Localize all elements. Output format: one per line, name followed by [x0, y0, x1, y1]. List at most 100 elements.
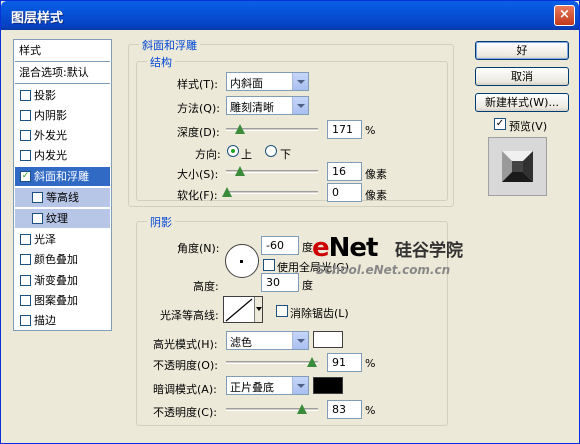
- cancel-button[interactable]: 取消: [475, 67, 569, 86]
- technique-select[interactable]: 雕刻清晰: [226, 96, 309, 115]
- technique-select-value: 雕刻清晰: [230, 101, 274, 114]
- list-divider: [15, 61, 110, 62]
- new-style-button[interactable]: 新建样式(W)...: [475, 93, 569, 112]
- list-item-label: 描边: [34, 314, 56, 327]
- layer-style-dialog: 图层样式 × 样式 混合选项:默认 投影 内阴影 外发光 内发光 ✓ 斜面和浮雕…: [0, 0, 580, 444]
- close-button[interactable]: ×: [554, 5, 575, 26]
- angle-value: -60: [266, 239, 284, 252]
- checkbox[interactable]: [20, 90, 31, 101]
- highlight-color-swatch[interactable]: [313, 331, 343, 348]
- list-item-inner-shadow[interactable]: 内阴影: [15, 106, 110, 125]
- size-input[interactable]: 16: [327, 162, 362, 181]
- chevron-down-icon: [292, 97, 308, 114]
- list-item-color-overlay[interactable]: 颜色叠加: [15, 250, 110, 269]
- list-item-outer-glow[interactable]: 外发光: [15, 126, 110, 145]
- size-value: 16: [332, 165, 346, 178]
- angle-dial[interactable]: [225, 244, 259, 278]
- global-light-checkbox[interactable]: [263, 259, 275, 271]
- shadow-opacity-label: 不透明度(C):: [153, 406, 217, 419]
- list-item-bevel-emboss[interactable]: ✓ 斜面和浮雕: [15, 167, 110, 186]
- checkbox[interactable]: [20, 234, 31, 245]
- checkbox[interactable]: [20, 110, 31, 121]
- checkbox[interactable]: [20, 315, 31, 326]
- soften-input[interactable]: 0: [327, 183, 362, 202]
- altitude-value: 30: [266, 276, 280, 289]
- direction-label: 方向:: [195, 148, 221, 161]
- watermark-brand-net: Net: [328, 233, 379, 263]
- depth-unit: %: [365, 124, 376, 137]
- altitude-label: 高度:: [193, 280, 219, 293]
- list-item-satin[interactable]: 光泽: [15, 230, 110, 249]
- list-item-label: 外发光: [34, 129, 67, 142]
- shadow-opacity-value: 83: [332, 403, 346, 416]
- preview-label: 预览(V): [509, 120, 548, 133]
- highlight-mode-select[interactable]: 滤色: [226, 331, 309, 350]
- direction-up-label: 上: [241, 148, 252, 161]
- watermark-brand: eNet: [312, 233, 379, 263]
- list-item-texture[interactable]: 纹理: [15, 209, 110, 228]
- shadow-color-swatch[interactable]: [313, 377, 343, 394]
- checkbox[interactable]: [20, 254, 31, 265]
- list-item-gradient-overlay[interactable]: 渐变叠加: [15, 271, 110, 290]
- altitude-unit: 度: [302, 279, 313, 292]
- highlight-opacity-unit: %: [365, 357, 376, 370]
- checkbox[interactable]: [32, 192, 43, 203]
- checkbox-checked[interactable]: ✓: [20, 171, 31, 182]
- list-item-label: 纹理: [46, 212, 68, 225]
- list-header-styles[interactable]: 样式: [15, 41, 110, 60]
- preview-checkbox[interactable]: ✓: [494, 118, 506, 130]
- size-slider-handle[interactable]: [235, 166, 246, 177]
- highlight-opacity-slider-handle[interactable]: [307, 357, 318, 368]
- chevron-down-icon: [292, 73, 308, 90]
- direction-up-radio[interactable]: [227, 145, 239, 157]
- checkbox[interactable]: [20, 150, 31, 161]
- shadow-mode-label: 暗调模式(A):: [153, 383, 217, 396]
- altitude-input[interactable]: 30: [261, 273, 299, 292]
- shadow-opacity-slider-handle[interactable]: [297, 404, 308, 415]
- chevron-down-icon[interactable]: [254, 297, 262, 322]
- soften-label: 软化(F):: [177, 189, 218, 202]
- antialias-label: 消除锯齿(L): [290, 307, 349, 320]
- checkbox[interactable]: [20, 130, 31, 141]
- list-item-contour[interactable]: 等高线: [15, 188, 110, 207]
- list-item-stroke[interactable]: 描边: [15, 311, 110, 330]
- gloss-contour-picker[interactable]: [223, 296, 263, 323]
- checkbox[interactable]: [20, 275, 31, 286]
- ok-button[interactable]: 好: [475, 41, 569, 60]
- list-item-inner-glow[interactable]: 内发光: [15, 146, 110, 165]
- shadow-mode-select[interactable]: 正片叠底: [226, 376, 309, 395]
- depth-input[interactable]: 171: [327, 120, 362, 139]
- soften-value: 0: [332, 186, 339, 199]
- checkbox[interactable]: [32, 213, 43, 224]
- title-bar[interactable]: 图层样式 ×: [1, 1, 579, 30]
- chevron-down-icon: [292, 332, 308, 349]
- gloss-contour-label: 光泽等高线:: [160, 309, 219, 322]
- soften-slider-handle[interactable]: [222, 187, 233, 198]
- depth-value: 171: [332, 123, 353, 136]
- highlight-opacity-input[interactable]: 91: [327, 353, 362, 372]
- style-list: 样式 混合选项:默认 投影 内阴影 外发光 内发光 ✓ 斜面和浮雕 等高线 纹理…: [13, 39, 112, 331]
- contour-icon: [225, 298, 253, 322]
- list-item-label: 内阴影: [34, 109, 67, 122]
- style-select[interactable]: 内斜面: [226, 72, 309, 91]
- chevron-down-icon: [292, 377, 308, 394]
- shadow-opacity-input[interactable]: 83: [327, 400, 362, 419]
- list-item-label: 投影: [34, 89, 56, 102]
- list-divider: [15, 83, 110, 84]
- highlight-opacity-value: 91: [332, 356, 346, 369]
- angle-input[interactable]: -60: [261, 236, 299, 255]
- highlight-opacity-slider[interactable]: [226, 361, 318, 364]
- style-select-value: 内斜面: [230, 77, 263, 90]
- list-item-pattern-overlay[interactable]: 图案叠加: [15, 291, 110, 310]
- soften-slider[interactable]: [226, 191, 318, 194]
- list-item-blending-options[interactable]: 混合选项:默认: [15, 63, 110, 82]
- depth-slider-handle[interactable]: [235, 124, 246, 135]
- highlight-mode-label: 高光模式(H):: [153, 338, 218, 351]
- site-watermark-logo: eNet 硅谷学院 School.eNet.com.cn: [312, 233, 490, 279]
- list-item-drop-shadow[interactable]: 投影: [15, 86, 110, 105]
- list-item-label: 等高线: [46, 191, 79, 204]
- antialias-checkbox[interactable]: [276, 305, 288, 317]
- bevel-preview-image: [502, 151, 533, 182]
- checkbox[interactable]: [20, 295, 31, 306]
- direction-down-radio[interactable]: [265, 145, 277, 157]
